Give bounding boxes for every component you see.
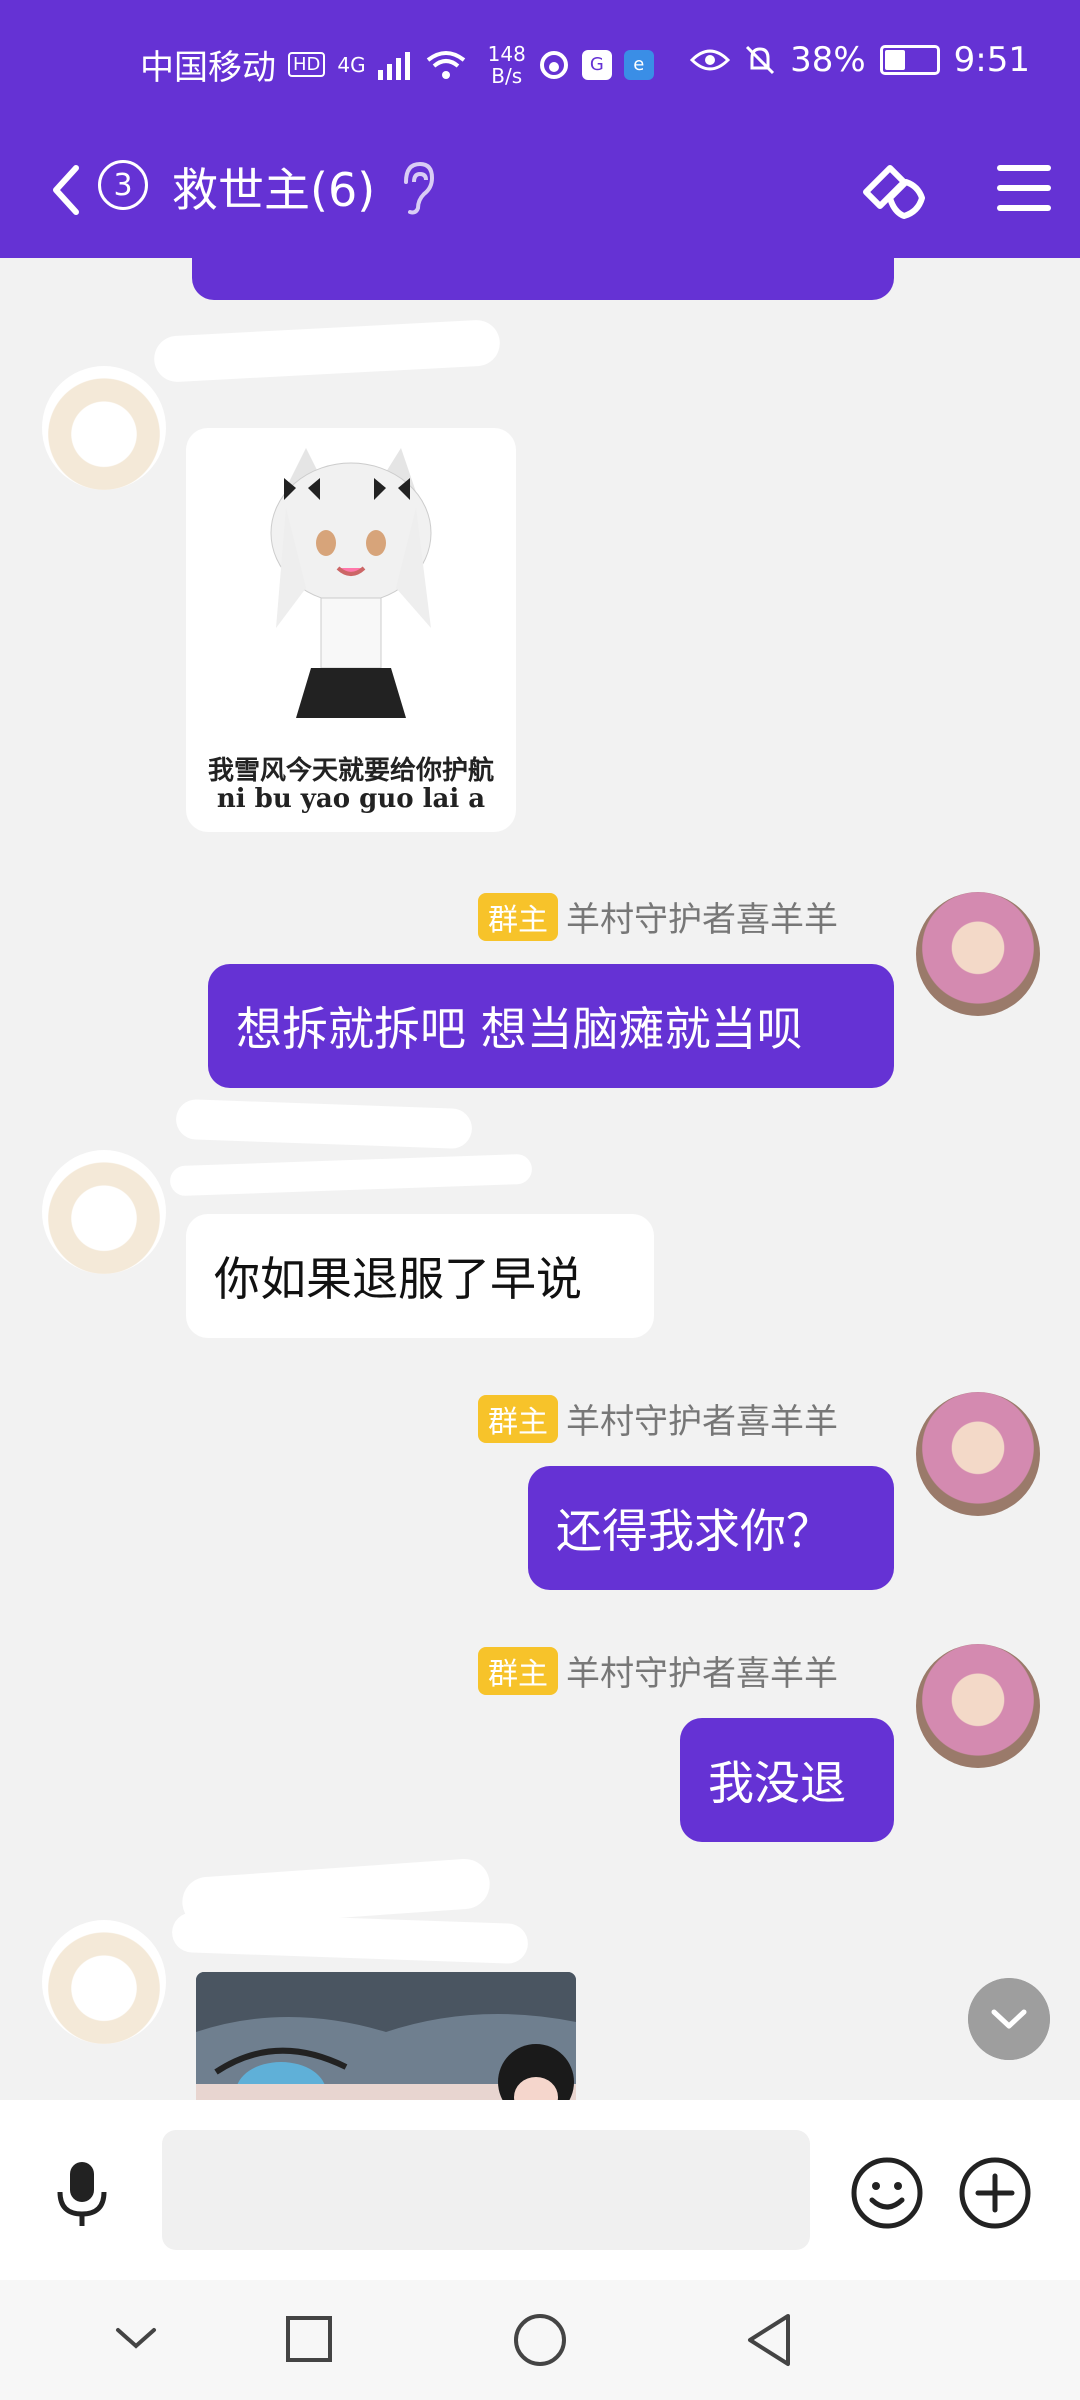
anime-girl-sticker-image bbox=[270, 448, 432, 718]
chat-header: 3 救世主(6) bbox=[0, 130, 1080, 258]
signal-icon bbox=[377, 51, 410, 80]
sticker-message[interactable]: 我雪风今天就要给你护航 ni bu yao guo lai a bbox=[186, 428, 516, 832]
chat-title[interactable]: 救世主(6) bbox=[172, 154, 375, 220]
status-left: 中国移动 HD 4G 148 B/s G e bbox=[140, 40, 654, 89]
role-badge: 群主 bbox=[478, 892, 558, 941]
system-nav-bar bbox=[0, 2280, 1080, 2400]
emoji-icon[interactable] bbox=[850, 2156, 924, 2230]
image-message[interactable] bbox=[196, 1972, 576, 2100]
sender-name: 羊村守护者喜羊羊 bbox=[566, 1402, 838, 1442]
network-type: 4G bbox=[337, 52, 366, 77]
mute-bell-icon bbox=[746, 45, 775, 75]
avatar[interactable] bbox=[42, 1920, 166, 2044]
sticker-caption-line1: 我雪风今天就要给你护航 bbox=[207, 756, 494, 786]
sticker-caption-line2: ni bu yao guo lai a bbox=[216, 784, 486, 814]
triangle-back-icon[interactable] bbox=[744, 2312, 794, 2368]
network-speed: 148 B/s bbox=[488, 43, 526, 87]
translate-app-icon: G bbox=[581, 49, 612, 80]
mic-icon[interactable] bbox=[52, 2158, 112, 2228]
plus-icon[interactable] bbox=[958, 2156, 1032, 2230]
battery-icon bbox=[879, 45, 940, 75]
ear-icon[interactable] bbox=[396, 160, 436, 216]
status-bar: 中国移动 HD 4G 148 B/s G e 38% 9:51 bbox=[0, 0, 1080, 130]
sender-line: 群主 羊村守护者喜羊羊 bbox=[478, 1646, 838, 1695]
carrier-label: 中国移动 bbox=[140, 48, 276, 88]
unread-count-badge[interactable]: 3 bbox=[98, 160, 148, 210]
weibo-icon bbox=[539, 50, 568, 79]
speed-unit: B/s bbox=[491, 63, 523, 88]
my-avatar[interactable] bbox=[916, 1644, 1040, 1768]
avatar[interactable] bbox=[42, 1150, 166, 1274]
back-icon[interactable] bbox=[46, 160, 86, 220]
eye-icon bbox=[690, 49, 731, 71]
redacted-name bbox=[175, 1098, 473, 1150]
sender-name: 羊村守护者喜羊羊 bbox=[566, 900, 838, 940]
wifi-icon bbox=[426, 50, 465, 79]
circle-icon[interactable] bbox=[512, 2312, 568, 2368]
message-input[interactable] bbox=[162, 2130, 810, 2250]
message-list[interactable]: 我雪风今天就要给你护航 ni bu yao guo lai a 群主 羊村守护者… bbox=[0, 258, 1080, 2100]
sender-line: 群主 羊村守护者喜羊羊 bbox=[478, 1394, 838, 1443]
browser-app-icon: e bbox=[623, 49, 654, 80]
sender-name: 羊村守护者喜羊羊 bbox=[566, 1654, 838, 1694]
redacted-name bbox=[171, 1911, 529, 1965]
message-bubble[interactable]: 还得我求你？ bbox=[528, 1466, 894, 1590]
redacted-name bbox=[169, 1153, 533, 1197]
anime-face-image bbox=[196, 1972, 576, 2100]
hd-badge: HD bbox=[288, 52, 326, 77]
input-bar bbox=[0, 2100, 1080, 2280]
avatar[interactable] bbox=[42, 366, 166, 490]
my-avatar[interactable] bbox=[916, 892, 1040, 1016]
message-bubble[interactable]: 想拆就拆吧 想当脑瘫就当呗 bbox=[208, 964, 894, 1088]
status-right: 38% 9:51 bbox=[690, 40, 1030, 80]
message-bubble-partial[interactable] bbox=[192, 258, 894, 300]
chevron-down-icon[interactable] bbox=[114, 2320, 158, 2356]
clock: 9:51 bbox=[953, 40, 1030, 80]
menu-icon[interactable] bbox=[996, 158, 1052, 218]
redacted-name bbox=[153, 318, 501, 384]
scroll-to-bottom-button[interactable] bbox=[968, 1978, 1050, 2060]
speed-value: 148 bbox=[487, 41, 526, 66]
message-bubble[interactable]: 你如果退服了早说 bbox=[186, 1214, 654, 1338]
role-badge: 群主 bbox=[478, 1394, 558, 1443]
battery-percent: 38% bbox=[790, 40, 866, 80]
sender-line: 群主 羊村守护者喜羊羊 bbox=[478, 892, 838, 941]
square-icon[interactable] bbox=[284, 2314, 334, 2364]
my-avatar[interactable] bbox=[916, 1392, 1040, 1516]
link-icon[interactable] bbox=[860, 156, 932, 228]
role-badge: 群主 bbox=[478, 1646, 558, 1695]
message-bubble[interactable]: 我没退 bbox=[680, 1718, 894, 1842]
